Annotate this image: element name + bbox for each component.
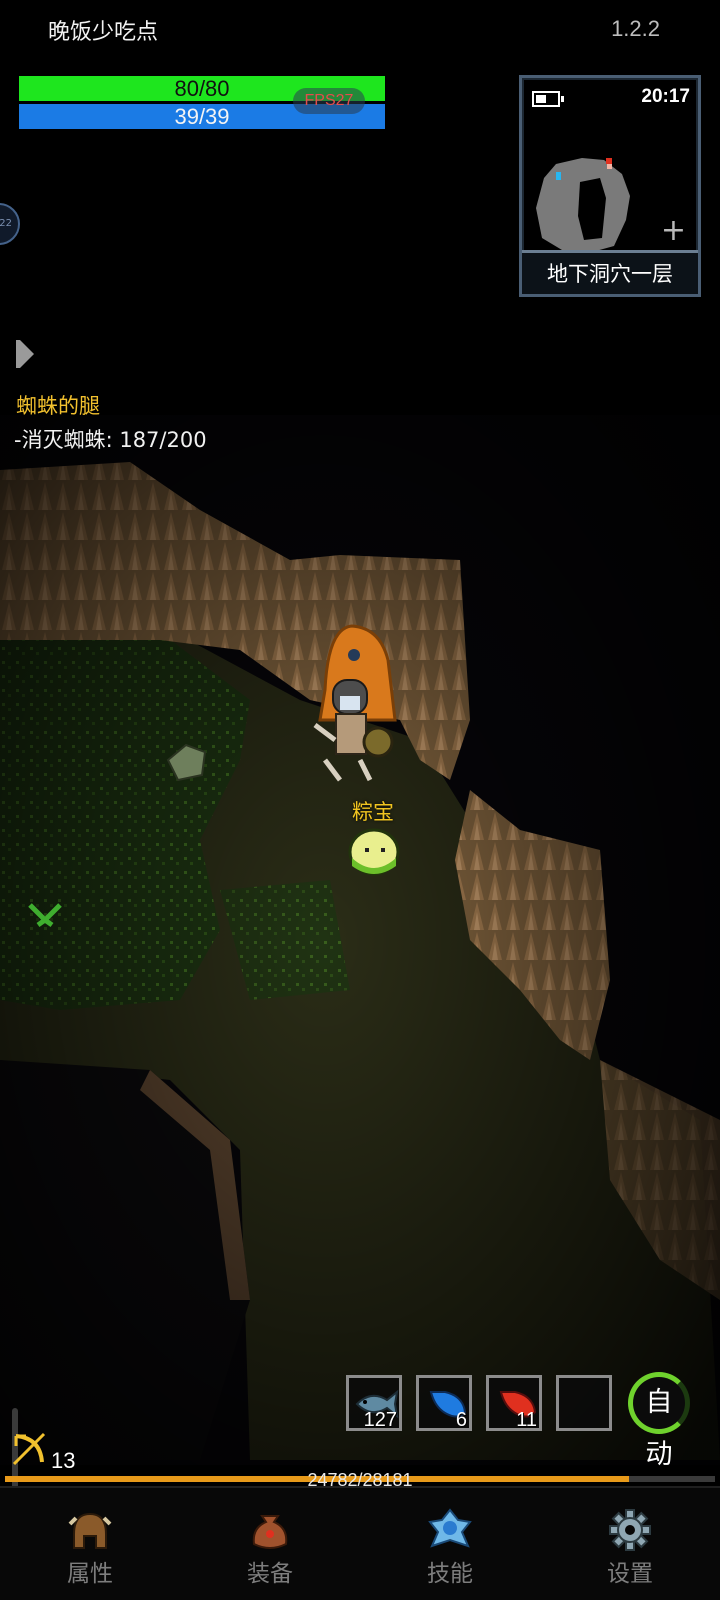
quickbar-slot-fish[interactable]: 127 <box>346 1375 402 1431</box>
hp-text: 80/80 <box>174 76 230 101</box>
gear-icon <box>609 1509 651 1551</box>
quickbar-count: 11 <box>516 1409 537 1431</box>
bag-icon <box>252 1515 288 1549</box>
fps-counter: FPS27 <box>293 88 365 114</box>
minimap-player-marker <box>556 172 561 180</box>
nav-item-label: 属性 <box>67 1561 113 1587</box>
quest-collapse-icon[interactable] <box>16 340 34 368</box>
version-label: 1.2.2 <box>611 16 660 41</box>
skill-gem-icon <box>428 1508 472 1548</box>
nav-item-label: 装备 <box>247 1561 293 1587</box>
quickbar-slot-blue-potion[interactable]: 6 <box>416 1375 472 1431</box>
helmet-icon <box>68 1512 112 1549</box>
nav-item-label: 设置 <box>607 1561 653 1587</box>
bow-icon <box>12 1432 46 1466</box>
nav-item-settings[interactable]: 设置 <box>540 1488 720 1600</box>
nav-item-attributes[interactable]: 属性 <box>0 1488 180 1600</box>
quickbar-count: 6 <box>455 1409 467 1431</box>
bottom-nav: 属性 装备 技能 设置 <box>0 1486 720 1600</box>
quickbar-count: 127 <box>363 1409 397 1431</box>
quickbar-slot-empty[interactable] <box>556 1375 612 1431</box>
player-name: 晚饭少吃点 <box>48 20 159 45</box>
nav-item-label: 技能 <box>427 1561 473 1587</box>
quickbar-slot-red-potion[interactable]: 11 <box>486 1375 542 1431</box>
level-name: 地下洞穴一层 <box>522 250 698 294</box>
nav-item-equipment[interactable]: 装备 <box>180 1488 360 1600</box>
minimap[interactable]: 20:17 + 地下洞穴一层 <box>519 75 701 297</box>
quest-progress: -消灭蜘蛛: 187/200 <box>14 428 207 452</box>
quest-title[interactable]: 蜘蛛的腿 <box>16 390 100 420</box>
nav-item-skills[interactable]: 技能 <box>360 1488 540 1600</box>
pet-name-label: 粽宝 <box>352 800 394 824</box>
zoom-in-button[interactable]: + <box>661 216 686 246</box>
minimap-npc-marker <box>606 158 612 164</box>
mp-text: 39/39 <box>174 104 230 129</box>
auto-battle-button[interactable]: 自动 <box>628 1372 690 1470</box>
